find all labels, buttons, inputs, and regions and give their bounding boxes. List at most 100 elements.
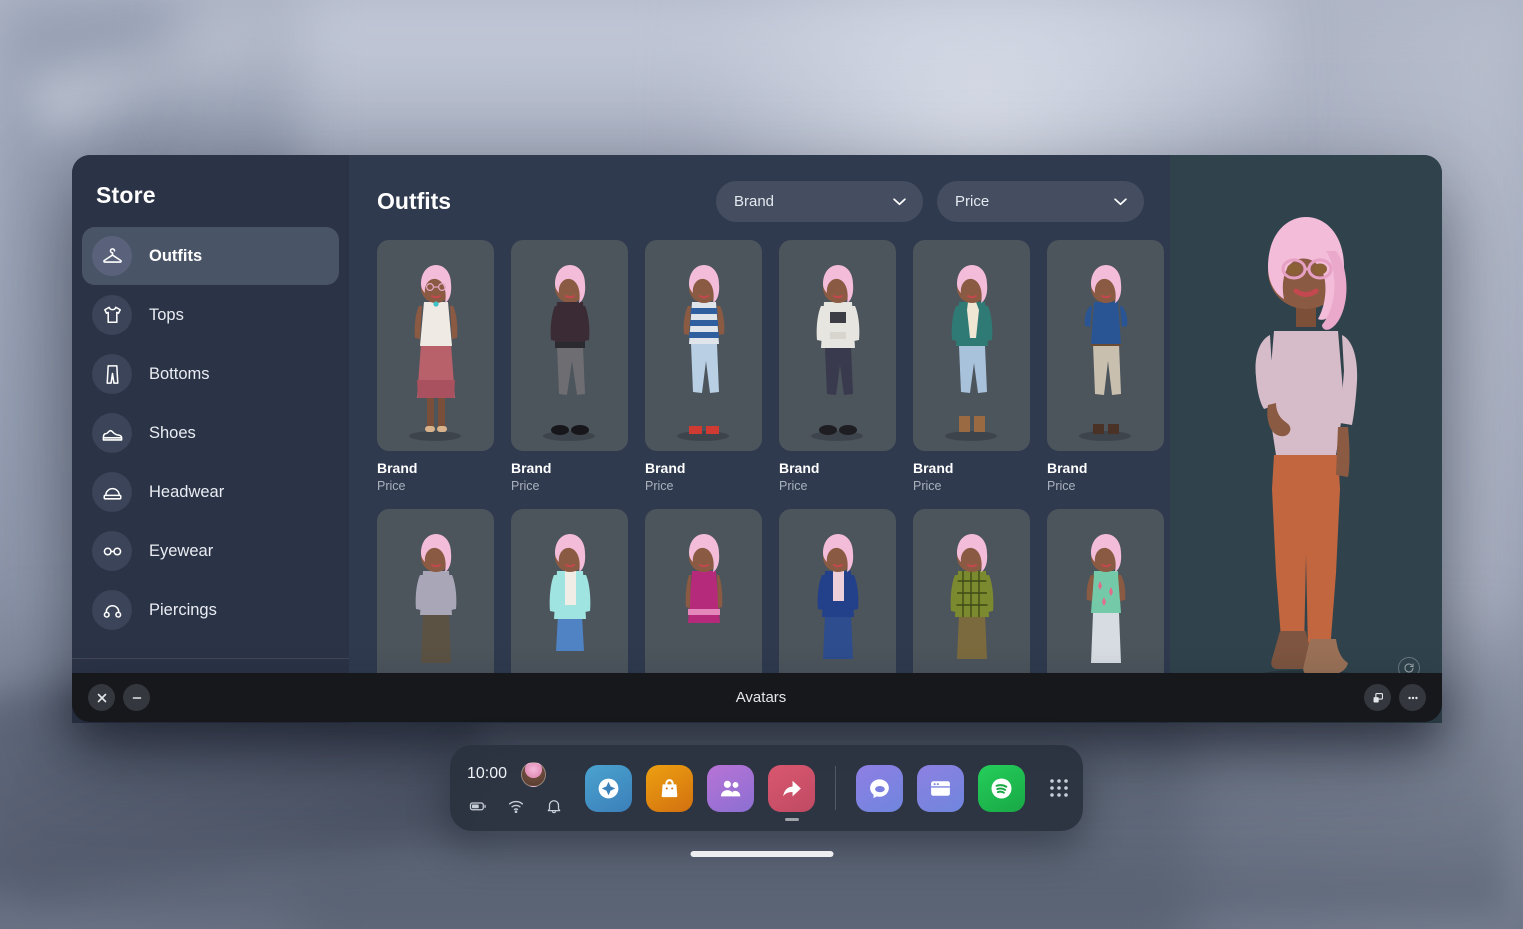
- dock-app-share[interactable]: [768, 764, 815, 821]
- window-title: Avatars: [735, 689, 787, 706]
- outfit-card[interactable]: Brand Price: [377, 240, 494, 493]
- glasses-icon: [92, 531, 132, 571]
- chevron-down-icon: [893, 198, 906, 206]
- sidebar-item-label: Outfits: [149, 246, 203, 265]
- outfit-card[interactable]: Brand Price: [1047, 240, 1164, 493]
- price-filter-label: Price: [955, 193, 990, 210]
- sidebar-item-label: Bottoms: [149, 364, 210, 383]
- outfit-card[interactable]: Brand Price: [511, 240, 628, 493]
- outfit-thumbnail[interactable]: [1047, 240, 1164, 451]
- dock-app-spotify[interactable]: [978, 764, 1025, 812]
- outfit-meta: Brand Price: [645, 460, 762, 493]
- sidebar: Store Outfits Tops Bottoms Shoes Headwea…: [72, 155, 349, 723]
- avatar-figure: [811, 265, 863, 441]
- chevron-down-icon: [1114, 198, 1127, 206]
- sidebar-item-eyewear[interactable]: Eyewear: [82, 522, 339, 580]
- bell-icon[interactable]: [545, 797, 563, 815]
- bag-icon: [661, 778, 678, 797]
- sidebar-item-label: Headwear: [149, 482, 225, 501]
- clock: 10:00: [467, 765, 508, 782]
- sidebar-item-tops[interactable]: Tops: [82, 286, 339, 344]
- dock-app-messenger[interactable]: [856, 764, 903, 812]
- battery-icon[interactable]: [469, 797, 487, 815]
- dock-app-list: [585, 764, 1079, 821]
- user-avatar-icon[interactable]: [521, 761, 547, 787]
- app-running-indicator: [784, 817, 799, 821]
- sidebar-item-outfits[interactable]: Outfits: [82, 227, 339, 285]
- avatar-figure: [409, 265, 461, 441]
- app-grid-icon: [1050, 779, 1068, 797]
- share-icon: [783, 780, 801, 796]
- hanger-icon: [92, 236, 132, 276]
- outfit-card[interactable]: Brand Price: [779, 240, 896, 493]
- brand-filter-label: Brand: [734, 193, 775, 210]
- outfit-price: Price: [913, 479, 942, 493]
- sidebar-item-label: Tops: [149, 305, 184, 324]
- avatar-preview-panel[interactable]: [1170, 155, 1442, 723]
- home-indicator[interactable]: [690, 851, 833, 857]
- close-window-button[interactable]: [88, 684, 115, 711]
- avatar-figure: [945, 265, 997, 441]
- page-title: Outfits: [377, 188, 452, 214]
- avatar-figure: [1079, 265, 1131, 441]
- resize-window-button[interactable]: [1364, 684, 1391, 711]
- brand-filter-dropdown[interactable]: Brand: [716, 181, 923, 222]
- outfit-price: Price: [377, 479, 406, 493]
- sidebar-item-label: Eyewear: [149, 541, 214, 560]
- sidebar-nav-list: Outfits Tops Bottoms Shoes Headwear Eyew…: [72, 227, 349, 723]
- dock-time-row: 10:00: [467, 761, 585, 787]
- outfit-card[interactable]: Brand Price: [645, 240, 762, 493]
- titlebar-actions: [1364, 684, 1426, 711]
- messenger-icon: [870, 778, 889, 798]
- outfit-brand: Brand: [913, 460, 954, 476]
- sidebar-item-bottoms[interactable]: Bottoms: [82, 345, 339, 403]
- outfits-grid: Brand Price Brand Price Brand Price Bran…: [349, 222, 1170, 720]
- browser-icon: [931, 780, 950, 796]
- shoe-icon: [92, 413, 132, 453]
- main-content: Outfits Brand Price Brand Price Brand Pr…: [349, 155, 1170, 723]
- outfit-brand: Brand: [511, 460, 552, 476]
- more-options-icon: [1407, 696, 1418, 699]
- dock-status-icons: [467, 797, 585, 815]
- dock-app-people[interactable]: [707, 764, 754, 812]
- outfit-thumbnail[interactable]: [511, 240, 628, 451]
- outfit-thumbnail[interactable]: [377, 240, 494, 451]
- outfit-meta: Brand Price: [377, 460, 494, 493]
- room-ceiling-glow: [180, 0, 1280, 160]
- avatars-store-window: Store Outfits Tops Bottoms Shoes Headwea…: [72, 155, 1442, 723]
- wifi-icon[interactable]: [507, 797, 525, 815]
- outfit-thumbnail[interactable]: [913, 240, 1030, 451]
- outfit-thumbnail[interactable]: [645, 240, 762, 451]
- minimize-window-button[interactable]: [123, 684, 150, 711]
- outfit-meta: Brand Price: [1047, 460, 1164, 493]
- more-options-button[interactable]: [1399, 684, 1426, 711]
- spotify-icon: [991, 778, 1012, 798]
- outfit-brand: Brand: [779, 460, 820, 476]
- sidebar-title: Store: [96, 182, 156, 208]
- people-icon: [720, 780, 741, 796]
- outfit-price: Price: [645, 479, 674, 493]
- sidebar-item-headwear[interactable]: Headwear: [82, 463, 339, 521]
- outfit-brand: Brand: [645, 460, 686, 476]
- avatar-preview-figure: [1246, 217, 1366, 688]
- dock-divider: [835, 766, 836, 810]
- resize-window-icon: [1373, 692, 1383, 702]
- outfit-card[interactable]: Brand Price: [913, 240, 1030, 493]
- outfit-brand: Brand: [1047, 460, 1088, 476]
- dock-app-store[interactable]: [646, 764, 693, 812]
- sidebar-item-shoes[interactable]: Shoes: [82, 404, 339, 462]
- outfit-thumbnail[interactable]: [779, 240, 896, 451]
- outfit-price: Price: [1047, 479, 1076, 493]
- app-grid-button[interactable]: [1039, 768, 1079, 808]
- sidebar-item-piercings[interactable]: Piercings: [82, 581, 339, 639]
- dock-status-area: 10:00: [467, 761, 585, 815]
- outfit-meta: Brand Price: [511, 460, 628, 493]
- outfit-meta: Brand Price: [779, 460, 896, 493]
- avatar-figure: [543, 265, 595, 441]
- dock-app-browser[interactable]: [917, 764, 964, 812]
- price-filter-dropdown[interactable]: Price: [937, 181, 1144, 222]
- tshirt-icon: [92, 295, 132, 335]
- content-header: Outfits Brand Price: [349, 155, 1170, 222]
- sidebar-item-label: Shoes: [149, 423, 196, 442]
- dock-app-navigator[interactable]: [585, 764, 632, 812]
